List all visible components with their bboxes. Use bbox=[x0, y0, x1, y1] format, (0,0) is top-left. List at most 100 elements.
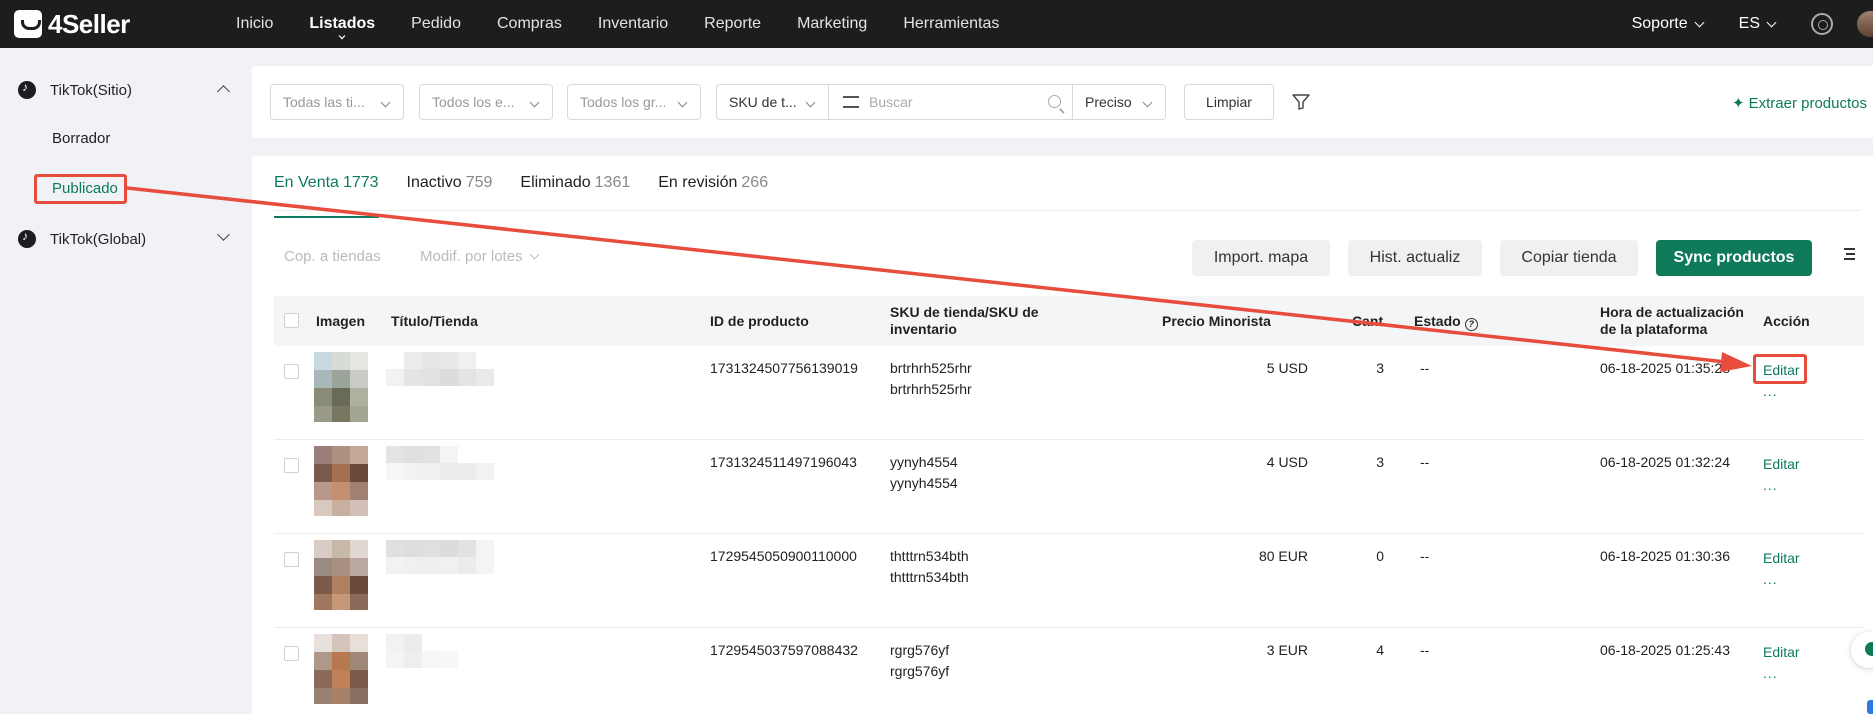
chevron-down-icon bbox=[805, 97, 816, 108]
col-status: Estado? bbox=[1414, 313, 1478, 331]
col-sku: SKU de tienda/SKU de inventario bbox=[890, 304, 1039, 337]
language-menu[interactable]: ES bbox=[1739, 15, 1777, 33]
edit-link[interactable]: Editar bbox=[1763, 456, 1800, 472]
update-history-button[interactable]: Hist. actualiz bbox=[1348, 240, 1482, 276]
row-checkbox[interactable] bbox=[284, 552, 299, 567]
brand-logo[interactable]: 4Seller bbox=[14, 9, 204, 40]
more-actions[interactable]: ... bbox=[1763, 477, 1778, 493]
edit-link[interactable]: Editar bbox=[1763, 550, 1800, 566]
search-type-select[interactable]: SKU de t... bbox=[716, 84, 829, 120]
quantity: 3 bbox=[1376, 454, 1384, 470]
sku-cell: yynyh4554 yynyh4554 bbox=[890, 454, 958, 491]
bulk-edit-menu[interactable]: Modif. por lotes bbox=[420, 248, 539, 265]
price: 4 USD bbox=[1266, 454, 1308, 470]
search-icon[interactable] bbox=[1048, 95, 1061, 108]
clear-button[interactable]: Limpiar bbox=[1184, 84, 1274, 120]
sku-cell: rgrg576yf rgrg576yf bbox=[890, 642, 950, 679]
nav-inventario[interactable]: Inventario bbox=[598, 0, 668, 48]
nav-reporte[interactable]: Reporte bbox=[704, 0, 761, 48]
more-actions[interactable]: ... bbox=[1763, 571, 1778, 587]
brand-name: 4Seller bbox=[48, 8, 130, 39]
status-select[interactable]: Todos los e... bbox=[419, 84, 553, 120]
action-cell: Editar... bbox=[1763, 454, 1800, 496]
product-title-redacted bbox=[386, 540, 556, 606]
select-all-checkbox[interactable] bbox=[284, 313, 299, 328]
match-type-select[interactable]: Preciso bbox=[1072, 84, 1166, 120]
gear-icon[interactable] bbox=[1811, 13, 1833, 35]
scan-search-icon bbox=[843, 96, 859, 108]
col-updated: Hora de actualización de la plataforma bbox=[1600, 304, 1744, 337]
chevron-down-icon bbox=[217, 228, 230, 241]
shop-select[interactable]: Todas las ti... bbox=[270, 84, 404, 120]
chevron-down-icon bbox=[1694, 17, 1705, 27]
product-thumbnail bbox=[314, 540, 368, 610]
status-tabs: En Venta 1773 Inactivo 759 Eliminado 1361 E… bbox=[274, 174, 796, 218]
edit-link[interactable]: Editar bbox=[1763, 644, 1800, 660]
updated-time: 06-18-2025 01:25:43 bbox=[1600, 642, 1730, 658]
product-thumbnail bbox=[314, 352, 368, 422]
highlight-publicado bbox=[34, 174, 127, 204]
copy-shop-button[interactable]: Copiar tienda bbox=[1500, 240, 1638, 276]
top-navigation-bar: 4Seller Inicio Listados Pedido Compras I… bbox=[0, 0, 1873, 48]
product-id: 1731324507756139019 bbox=[710, 360, 858, 376]
nav-listados[interactable]: Listados bbox=[309, 0, 375, 48]
support-menu[interactable]: Soporte bbox=[1632, 15, 1705, 33]
chevron-down-icon bbox=[338, 32, 346, 40]
tiktok-icon bbox=[18, 229, 36, 248]
updated-time: 06-18-2025 01:32:24 bbox=[1600, 454, 1730, 470]
table-row: 1731324511497196043 yynyh4554 yynyh4554 4… bbox=[274, 440, 1864, 534]
product-thumbnail bbox=[314, 634, 368, 704]
sync-products-button[interactable]: Sync productos bbox=[1656, 240, 1812, 276]
more-actions[interactable]: ... bbox=[1763, 665, 1778, 681]
nav-inicio[interactable]: Inicio bbox=[236, 0, 273, 48]
row-checkbox[interactable] bbox=[284, 364, 299, 379]
updated-time: 06-18-2025 01:30:36 bbox=[1600, 548, 1730, 564]
nav-herramientas[interactable]: Herramientas bbox=[903, 0, 999, 48]
product-title-redacted bbox=[386, 446, 556, 512]
sidebar-group-tiktok-global[interactable]: TikTok(Global) bbox=[18, 228, 230, 248]
side-widget-tab[interactable] bbox=[1867, 700, 1873, 714]
product-id: 1729545050900110000 bbox=[710, 548, 857, 564]
tab-eliminado[interactable]: Eliminado 1361 bbox=[520, 174, 630, 208]
sku-cell: thtttrn534bth thtttrn534bth bbox=[890, 548, 969, 585]
table-row: 1729545037597088432 rgrg576yf rgrg576yf 3… bbox=[274, 628, 1864, 714]
status: -- bbox=[1420, 454, 1430, 470]
sidebar: TikTok(Sitio) Borrador Publicado TikTok(… bbox=[0, 48, 252, 714]
col-action: Acción bbox=[1763, 313, 1810, 329]
chevron-down-icon bbox=[380, 97, 391, 108]
product-thumbnail bbox=[314, 446, 368, 516]
price: 5 USD bbox=[1266, 360, 1308, 376]
highlight-editar bbox=[1753, 354, 1807, 384]
updated-time: 06-18-2025 01:35:28 bbox=[1600, 360, 1730, 376]
chevron-down-icon bbox=[677, 97, 688, 108]
chevron-down-icon bbox=[1142, 97, 1153, 108]
tab-en-venta[interactable]: En Venta 1773 bbox=[274, 174, 379, 218]
more-actions[interactable]: ... bbox=[1763, 383, 1778, 399]
row-checkbox[interactable] bbox=[284, 458, 299, 473]
tiktok-icon bbox=[18, 80, 36, 99]
product-title-redacted bbox=[386, 634, 556, 700]
sidebar-group-tiktok-sitio[interactable]: TikTok(Sitio) bbox=[18, 80, 230, 99]
column-settings-icon[interactable] bbox=[1839, 248, 1855, 262]
group-select[interactable]: Todos los gr... bbox=[567, 84, 701, 120]
product-id: 1729545037597088432 bbox=[710, 642, 858, 658]
import-map-button[interactable]: Import. mapa bbox=[1192, 240, 1330, 276]
nav-compras[interactable]: Compras bbox=[497, 0, 562, 48]
extract-products-link[interactable]: ✦ Extraer productos bbox=[1732, 94, 1867, 113]
avatar[interactable] bbox=[1857, 11, 1873, 37]
nav-pedido[interactable]: Pedido bbox=[411, 0, 461, 48]
sku-cell: brtrhrh525rhr brtrhrh525rhr bbox=[890, 360, 972, 397]
help-icon[interactable]: ? bbox=[1464, 318, 1478, 331]
tab-en-revision[interactable]: En revisión 266 bbox=[658, 174, 768, 208]
sidebar-item-borrador[interactable]: Borrador bbox=[52, 130, 110, 147]
nav-marketing[interactable]: Marketing bbox=[797, 0, 867, 48]
filter-icon[interactable] bbox=[1292, 94, 1310, 110]
status: -- bbox=[1420, 548, 1430, 564]
tab-inactivo[interactable]: Inactivo 759 bbox=[407, 174, 493, 208]
row-checkbox[interactable] bbox=[284, 646, 299, 661]
bag-logo-icon bbox=[14, 10, 42, 38]
search-input[interactable] bbox=[869, 94, 1049, 110]
tabs-divider bbox=[274, 210, 1861, 211]
copy-to-shops-button[interactable]: Cop. a tiendas bbox=[284, 248, 381, 265]
quantity: 3 bbox=[1376, 360, 1384, 376]
